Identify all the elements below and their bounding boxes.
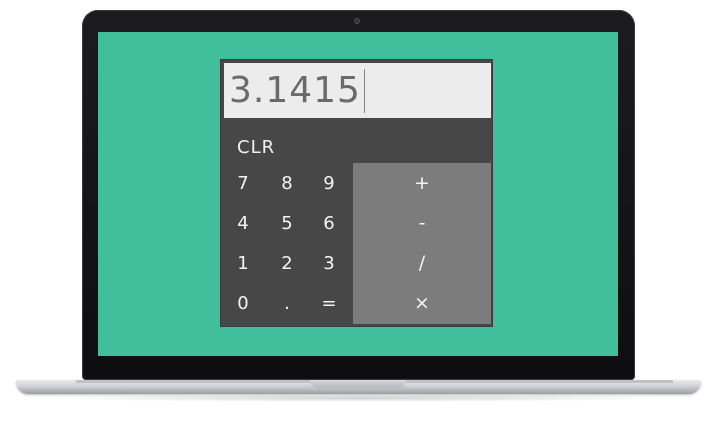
clear-button[interactable]: CLR [237, 133, 297, 161]
key-5[interactable]: 5 [265, 203, 309, 243]
digit-keypad: 7 8 9 4 5 6 1 2 3 0 . = [221, 163, 353, 323]
key-2[interactable]: 2 [265, 243, 309, 283]
key-decimal[interactable]: . [265, 283, 309, 323]
operator-panel: + - / × [353, 163, 491, 324]
key-divide[interactable]: / [353, 243, 491, 283]
key-3[interactable]: 3 [307, 243, 351, 283]
key-0[interactable]: 0 [221, 283, 265, 323]
key-1[interactable]: 1 [221, 243, 265, 283]
key-equals[interactable]: = [307, 283, 351, 323]
key-4[interactable]: 4 [221, 203, 265, 243]
key-add[interactable]: + [353, 163, 491, 203]
key-6[interactable]: 6 [307, 203, 351, 243]
laptop-base [16, 380, 701, 394]
key-8[interactable]: 8 [265, 163, 309, 203]
key-7[interactable]: 7 [221, 163, 265, 203]
laptop-screen: 3.1415 CLR 7 8 9 4 5 6 1 2 3 0 . = + - /… [98, 32, 618, 356]
calculator-app: 3.1415 CLR 7 8 9 4 5 6 1 2 3 0 . = + - /… [221, 60, 492, 326]
laptop-shadow [40, 394, 677, 402]
opening-notch [310, 380, 406, 388]
key-multiply[interactable]: × [353, 283, 491, 323]
display-value: 3.1415 [229, 69, 361, 111]
key-subtract[interactable]: - [353, 203, 491, 243]
calculator-display[interactable]: 3.1415 [224, 63, 491, 118]
text-caret [363, 68, 365, 113]
key-9[interactable]: 9 [307, 163, 351, 203]
camera-icon [354, 18, 360, 24]
laptop-mockup: 3.1415 CLR 7 8 9 4 5 6 1 2 3 0 . = + - /… [0, 0, 717, 431]
